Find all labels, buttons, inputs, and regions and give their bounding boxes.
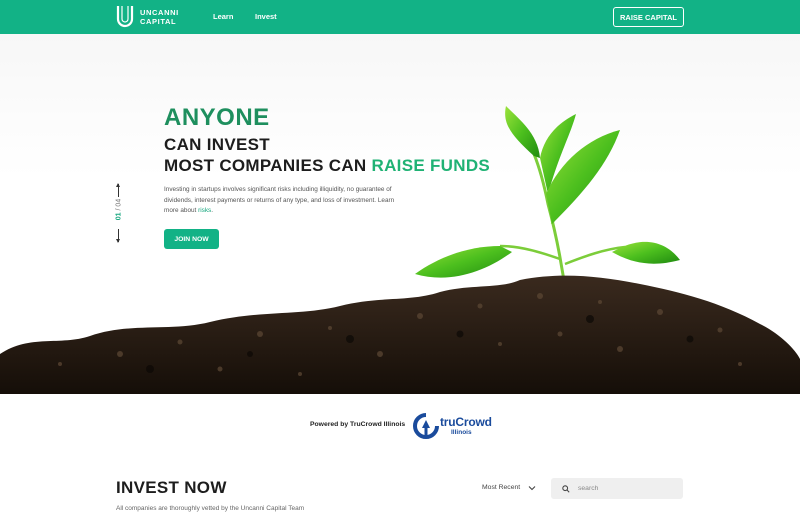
search-icon <box>562 484 570 493</box>
hero-section: 01 / 04 ANYONE CAN INVEST MOST COMPANIES… <box>0 34 800 394</box>
hero-headline-anyone: ANYONE <box>164 104 270 131</box>
risk-disclaimer: Investing in startups involves significa… <box>164 185 396 217</box>
search-input[interactable] <box>578 485 678 492</box>
headline3-accent: RAISE FUNDS <box>371 156 491 175</box>
slide-counter: 01 / 04 <box>116 193 123 227</box>
slide-indicator[interactable]: 01 / 04 <box>108 183 130 243</box>
top-nav: UNCANNI CAPITAL Learn Invest RAISE CAPIT… <box>0 0 800 34</box>
logo-line2: CAPITAL <box>140 17 177 26</box>
headline3-prefix: MOST COMPANIES CAN <box>164 156 372 175</box>
sort-label: Most Recent <box>482 484 521 491</box>
logo-line1: UNCANNI <box>140 8 179 17</box>
uncanni-logo[interactable]: UNCANNI CAPITAL <box>115 4 179 30</box>
chevron-down-icon <box>528 485 536 490</box>
hero-headline-raise-funds: MOST COMPANIES CAN RAISE FUNDS <box>164 156 490 176</box>
search-box[interactable] <box>551 478 683 499</box>
uncanni-u-logo-icon <box>116 6 134 28</box>
trucrowd-state: Illinois <box>451 429 472 436</box>
raise-capital-button[interactable]: RAISE CAPITAL <box>613 7 684 27</box>
invest-now-subtitle: All companies are thoroughly vetted by t… <box>116 505 305 512</box>
slide-current: 01 <box>115 212 123 221</box>
slide-total: / 04 <box>115 198 123 211</box>
sort-dropdown[interactable]: Most Recent <box>482 484 536 491</box>
trucrowd-logo[interactable]: truCrowd Illinois <box>413 413 493 439</box>
nav-link-invest[interactable]: Invest <box>255 12 277 21</box>
disclaimer-end: . <box>211 207 214 214</box>
powered-by-label: Powered by TruCrowd Illinois <box>310 421 406 428</box>
trucrowd-name: truCrowd <box>440 415 492 429</box>
hero-headline-can-invest: CAN INVEST <box>164 135 270 154</box>
risks-link[interactable]: risks <box>198 207 211 214</box>
arrow-down-icon[interactable] <box>116 229 120 243</box>
join-now-button[interactable]: JOIN NOW <box>164 229 219 249</box>
trucrowd-logo-icon <box>413 413 439 439</box>
invest-now-title: INVEST NOW <box>116 478 227 497</box>
logo-text: UNCANNI CAPITAL <box>140 8 179 26</box>
nav-link-learn[interactable]: Learn <box>213 12 233 21</box>
